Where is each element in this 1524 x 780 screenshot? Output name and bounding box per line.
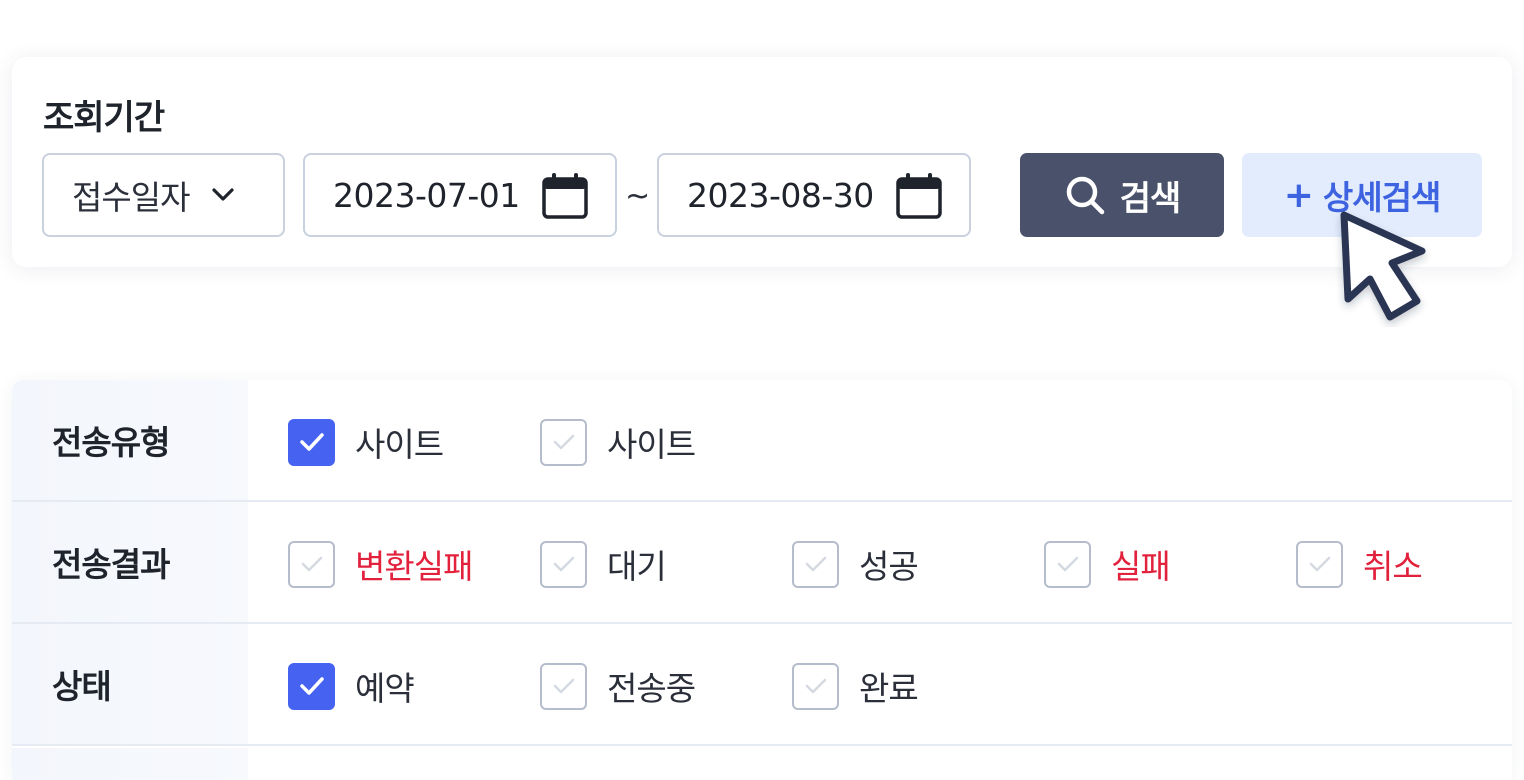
option-label: 취소 <box>1363 547 1423 586</box>
end-date-value: 2023-08-30 <box>687 175 874 215</box>
period-label: 조회기간 <box>43 98 165 138</box>
option-label: 사이트 <box>607 425 696 464</box>
checkbox-option[interactable]: 취소 <box>1296 540 1423 588</box>
date-range-separator: ~ <box>625 179 651 214</box>
checkbox-unchecked[interactable] <box>540 662 587 710</box>
checkbox-checked[interactable] <box>288 418 335 466</box>
end-date-input[interactable]: 2023-08-30 <box>657 153 971 237</box>
option-label: 완료 <box>859 669 919 708</box>
filter-label: 전송결과 <box>12 502 248 622</box>
option-label: 실패 <box>1111 547 1171 586</box>
calendar-icon[interactable] <box>541 172 589 220</box>
search-button-label: 검색 <box>1119 178 1182 219</box>
filter-table: 전송유형 사이트 사이트 전송결과 변환실패 대기 성공 실패 취소 상태 예약… <box>12 380 1512 780</box>
start-date-value: 2023-07-01 <box>333 175 520 215</box>
screen: 조회기간 접수일자 2023-07-01 ~ 2023-08-30 검색 + 상… <box>0 0 1524 780</box>
filter-label: 상태 <box>12 624 248 744</box>
checkbox-option[interactable]: 성공 <box>792 540 919 588</box>
checkbox-unchecked[interactable] <box>792 540 839 588</box>
option-label: 예약 <box>355 669 415 708</box>
mouse-pointer-icon <box>1332 205 1432 331</box>
checkbox-unchecked[interactable] <box>792 662 839 710</box>
checkbox-unchecked[interactable] <box>1296 540 1343 588</box>
date-type-value: 접수일자 <box>72 178 190 217</box>
checkbox-checked[interactable] <box>288 662 335 710</box>
checkbox-option[interactable]: 사이트 <box>288 418 444 466</box>
checkbox-unchecked[interactable] <box>288 540 335 588</box>
search-panel: 조회기간 접수일자 2023-07-01 ~ 2023-08-30 검색 + 상… <box>12 57 1512 267</box>
calendar-icon[interactable] <box>895 172 943 220</box>
chevron-down-icon <box>211 187 235 203</box>
plus-icon: + <box>1283 174 1314 216</box>
filter-row-transfer-result: 전송결과 변환실패 대기 성공 실패 취소 <box>12 502 1512 624</box>
option-label: 성공 <box>859 547 919 586</box>
search-button[interactable]: 검색 <box>1020 153 1224 237</box>
checkbox-option[interactable]: 대기 <box>540 540 667 588</box>
option-label: 대기 <box>607 547 667 586</box>
option-label: 변환실패 <box>355 547 473 586</box>
filter-label-empty <box>12 748 248 780</box>
checkbox-option[interactable]: 실패 <box>1044 540 1171 588</box>
checkbox-option[interactable]: 변환실패 <box>288 540 473 588</box>
checkbox-option[interactable]: 전송중 <box>540 662 696 710</box>
search-icon <box>1064 174 1106 216</box>
start-date-input[interactable]: 2023-07-01 <box>303 153 617 237</box>
option-label: 전송중 <box>607 669 696 708</box>
checkbox-option[interactable]: 예약 <box>288 662 415 710</box>
checkbox-unchecked[interactable] <box>540 418 587 466</box>
checkbox-unchecked[interactable] <box>540 540 587 588</box>
date-type-select[interactable]: 접수일자 <box>42 153 285 237</box>
filter-row-transfer-type: 전송유형 사이트 사이트 <box>12 380 1512 502</box>
checkbox-unchecked[interactable] <box>1044 540 1091 588</box>
filter-row-partial <box>12 748 1512 780</box>
option-label: 사이트 <box>355 425 444 464</box>
checkbox-option[interactable]: 사이트 <box>540 418 696 466</box>
filter-row-status: 상태 예약 전송중 완료 <box>12 624 1512 746</box>
filter-label: 전송유형 <box>12 380 248 500</box>
checkbox-option[interactable]: 완료 <box>792 662 919 710</box>
